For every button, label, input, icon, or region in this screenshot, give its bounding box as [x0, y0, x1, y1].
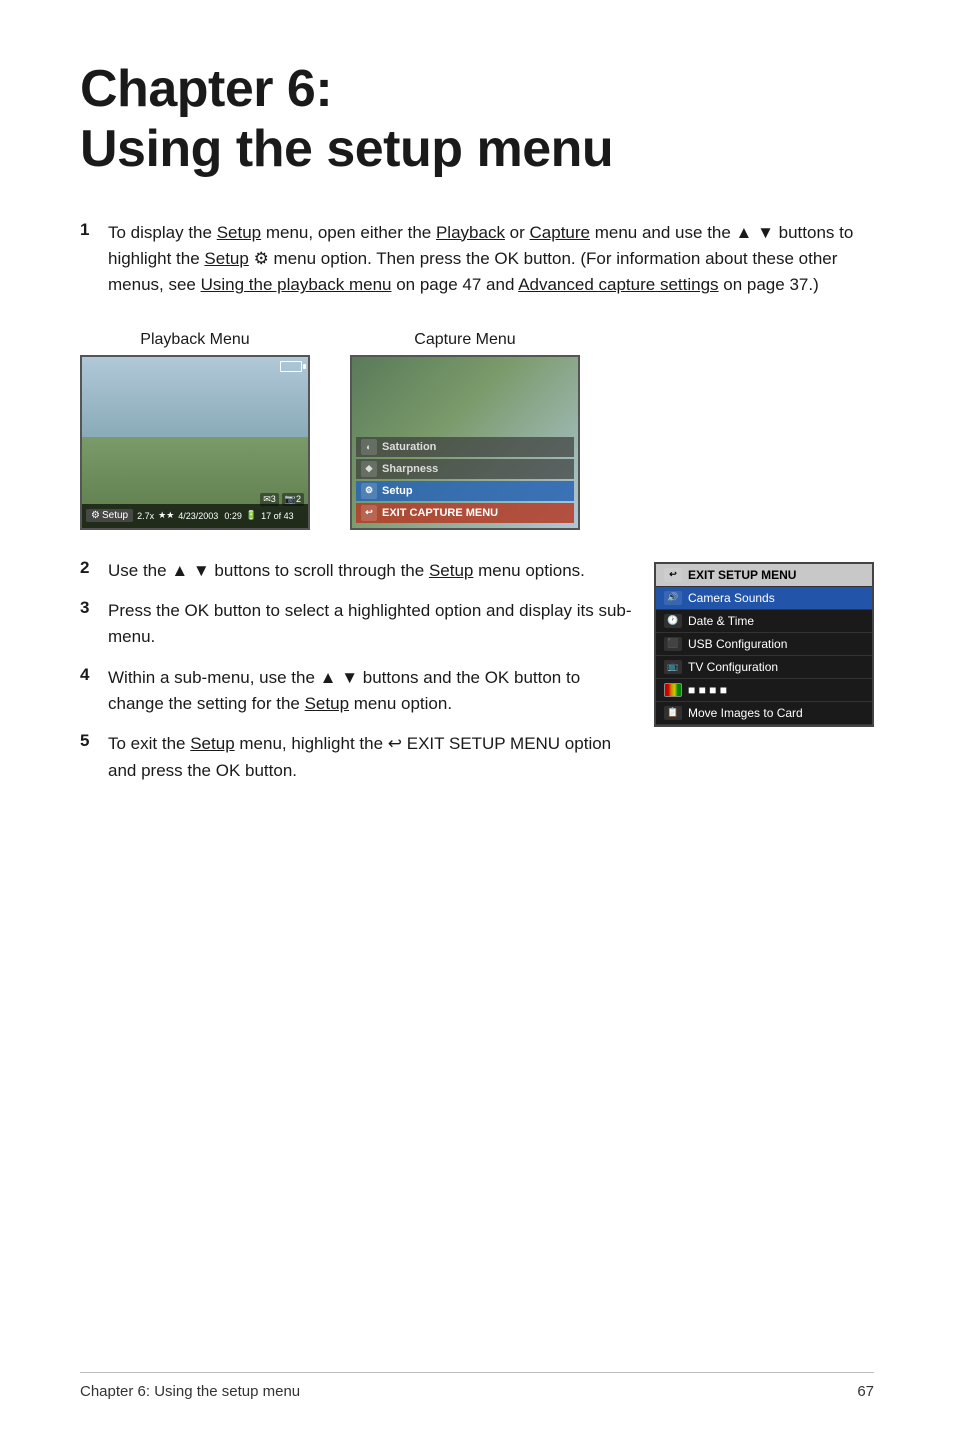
step-1-text: To display the Setup menu, open either t…	[108, 220, 874, 299]
arrow-buttons-4: ▲ ▼	[320, 668, 358, 687]
setup-ref-5: Setup	[190, 734, 234, 753]
step-2-row: 2 Use the ▲ ▼ buttons to scroll through …	[80, 558, 634, 584]
capture-item-sharpness: ◆ Sharpness	[356, 459, 574, 479]
exit-arrow-5: ↩	[388, 734, 402, 753]
step-2-num: 2	[80, 558, 102, 578]
tv-label: TV Configuration	[688, 660, 778, 674]
playback-menu-label: Playback Menu	[140, 331, 249, 349]
battery-icon	[280, 361, 302, 372]
capture-item-saturation: ◐ Saturation	[356, 437, 574, 457]
capture-menu-block: Capture Menu ◐ Saturation ◆ Sharpness ⚙ …	[350, 331, 580, 530]
step-1-num: 1	[80, 220, 102, 240]
move-images-icon: 📋	[664, 706, 682, 720]
footer-left: Chapter 6: Using the setup menu	[80, 1383, 300, 1400]
setup-menu-date-time: 🕐 Date & Time	[656, 610, 872, 633]
step-4-row: 4 Within a sub-menu, use the ▲ ▼ buttons…	[80, 665, 634, 718]
exit-setup-label: EXIT SETUP MENU	[688, 568, 796, 582]
usb-label: USB Configuration	[688, 637, 787, 651]
setup-menu-label: Setup	[382, 485, 413, 497]
setup-ref-4: Setup	[305, 694, 349, 713]
setup-menu-usb: ⬛ USB Configuration	[656, 633, 872, 656]
star-info: ★★	[158, 510, 174, 521]
sharpness-label: Sharpness	[382, 463, 438, 475]
usb-icon: ⬛	[664, 637, 682, 651]
title-line2: Using the setup menu	[80, 120, 613, 178]
tv-icon: 📺	[664, 660, 682, 674]
step-3-num: 3	[80, 598, 102, 618]
camera-sounds-label: Camera Sounds	[688, 591, 775, 605]
title-line1: Chapter 6:	[80, 60, 332, 118]
step-4-num: 4	[80, 665, 102, 685]
sky-bg	[82, 357, 308, 437]
chapter-title: Chapter 6: Using the setup menu	[80, 60, 874, 180]
setup-menu-move-images: 📋 Move Images to Card	[656, 702, 872, 725]
color-label: ■ ■ ■ ■	[688, 683, 727, 697]
setup-menu-color: ■ ■ ■ ■	[656, 679, 872, 702]
saturation-icon: ◐	[361, 439, 377, 455]
step-5-row: 5 To exit the Setup menu, highlight the …	[80, 731, 634, 784]
arrow-buttons-2: ▲ ▼	[171, 561, 209, 580]
move-images-label: Move Images to Card	[688, 706, 803, 720]
exit-capture-icon: ↩	[361, 505, 377, 521]
setup-menu-panel-col: ↩ EXIT SETUP MENU 🔊 Camera Sounds 🕐 Date…	[654, 558, 874, 727]
page-footer: Chapter 6: Using the setup menu 67	[80, 1372, 874, 1400]
capture-link: Capture	[530, 223, 590, 242]
bottom-bar: ⚙ Setup 2.7x ★★ 4/23/2003 0:29 🔋 17 of 4…	[82, 504, 308, 528]
using-playback-link: Using the playback menu	[201, 275, 392, 294]
advanced-capture-link: Advanced capture settings	[518, 275, 718, 294]
capture-menu-label: Capture Menu	[414, 331, 515, 349]
step-5-num: 5	[80, 731, 102, 751]
setup-menu-icon: ⚙	[361, 483, 377, 499]
step-3-row: 3 Press the OK button to select a highli…	[80, 598, 634, 651]
playback-screen: ✉3 📷2 ⚙ Setup 2.7x ★★ 4/23/2003 0:29 🔋 1…	[80, 355, 310, 530]
step-1-block: 1 To display the Setup menu, open either…	[80, 220, 874, 299]
date-info: 4/23/2003	[178, 511, 218, 521]
playback-menu-block: Playback Menu ✉3 📷2 ⚙ Setup 2.7x ★★ 4/23…	[80, 331, 310, 530]
sharpness-icon: ◆	[361, 461, 377, 477]
frame-info: 17 of 43	[261, 511, 294, 521]
images-row: Playback Menu ✉3 📷2 ⚙ Setup 2.7x ★★ 4/23…	[80, 331, 874, 530]
step-1-row: 1 To display the Setup menu, open either…	[80, 220, 874, 299]
setup-label-screen: Setup	[102, 510, 128, 521]
step-3-text: Press the OK button to select a highligh…	[108, 598, 634, 651]
setup-link: Setup	[217, 223, 261, 242]
step-4-text: Within a sub-menu, use the ▲ ▼ buttons a…	[108, 665, 634, 718]
camera-sounds-icon: 🔊	[664, 591, 682, 605]
capture-screen: ◐ Saturation ◆ Sharpness ⚙ Setup ↩ EXIT …	[350, 355, 580, 530]
footer-page-number: 67	[857, 1383, 874, 1400]
saturation-label: Saturation	[382, 441, 436, 453]
step-5-text: To exit the Setup menu, highlight the ↩ …	[108, 731, 634, 784]
setup-menu-camera-sounds: 🔊 Camera Sounds	[656, 587, 872, 610]
capture-item-exit: ↩ EXIT CAPTURE MENU	[356, 503, 574, 523]
color-swatch-icon	[664, 683, 682, 697]
setup-menu-panel: ↩ EXIT SETUP MENU 🔊 Camera Sounds 🕐 Date…	[654, 562, 874, 727]
step-2-text: Use the ▲ ▼ buttons to scroll through th…	[108, 558, 585, 584]
zoom-info: 2.7x	[137, 511, 154, 521]
date-time-icon: 🕐	[664, 614, 682, 628]
exit-capture-label: EXIT CAPTURE MENU	[382, 507, 498, 519]
setup-icon-inline: ⚙	[254, 249, 269, 268]
setup-menu-exit: ↩ EXIT SETUP MENU	[656, 564, 872, 587]
steps-2-5-section: 2 Use the ▲ ▼ buttons to scroll through …	[80, 558, 874, 798]
exit-row-icon: ↩	[664, 568, 682, 582]
arrow-buttons-1: ▲ ▼	[736, 223, 774, 242]
battery-info: 🔋	[246, 510, 257, 521]
capture-item-setup: ⚙ Setup	[356, 481, 574, 501]
setup-menu-tv: 📺 TV Configuration	[656, 656, 872, 679]
date-time-label: Date & Time	[688, 614, 754, 628]
setup-button-screen: ⚙ Setup	[86, 509, 133, 522]
playback-link: Playback	[436, 223, 505, 242]
time-info: 0:29	[224, 511, 242, 521]
setup-icon-screen: ⚙	[91, 510, 100, 521]
setup-link-2: Setup	[204, 249, 248, 268]
capture-menu-overlay: ◐ Saturation ◆ Sharpness ⚙ Setup ↩ EXIT …	[352, 357, 578, 528]
setup-ref-2: Setup	[429, 561, 473, 580]
steps-col: 2 Use the ▲ ▼ buttons to scroll through …	[80, 558, 634, 798]
